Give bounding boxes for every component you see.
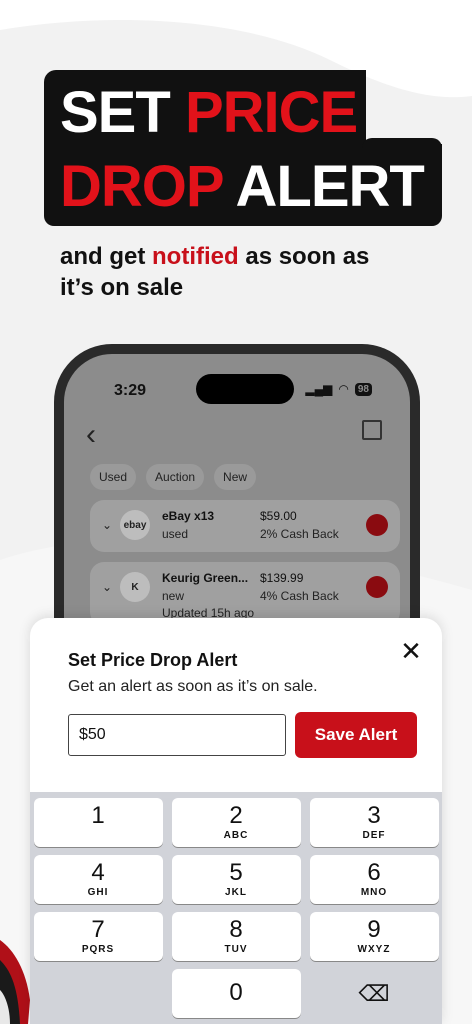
ebay-logo-icon: ebay	[120, 510, 150, 540]
key-9[interactable]: 9 WXYZ	[309, 912, 439, 961]
key-0[interactable]: 0	[171, 969, 301, 1018]
status-icons: ▂▄▆ ◠ 98	[305, 382, 372, 396]
back-icon[interactable]: ‹	[86, 418, 96, 452]
battery-icon: 98	[354, 382, 372, 396]
key-3[interactable]: 3 DEF	[309, 798, 439, 847]
sheet-subtitle: Get an alert as soon as it’s on sale.	[68, 678, 318, 695]
headline-line-2: DROP ALERT	[60, 158, 425, 216]
listing-condition: new	[162, 589, 185, 603]
listing-price: $59.00	[260, 509, 297, 523]
filter-chips: Used Auction New	[90, 464, 257, 490]
chevron-down-icon[interactable]: ⌄	[102, 580, 112, 594]
signal-icon: ▂▄▆	[305, 382, 333, 396]
listing-card[interactable]: ⌄ ebay eBay x13 used $59.00 2% Cash Back	[90, 500, 400, 552]
key-8[interactable]: 8 TUV	[171, 912, 301, 961]
key-1[interactable]: 1	[33, 798, 163, 847]
key-blank	[34, 969, 163, 1018]
sheet-title: Set Price Drop Alert	[68, 650, 238, 670]
headline-price: PRICE	[184, 80, 358, 145]
backspace-icon[interactable]: ⌫	[310, 969, 439, 1018]
headline-drop: DROP	[60, 154, 224, 219]
key-5[interactable]: 5 JKL	[171, 855, 301, 904]
price-alert-sheet: Set Price Drop Alert Get an alert as soo…	[30, 618, 442, 1024]
price-input[interactable]: $50	[68, 714, 286, 756]
chip-new[interactable]: New	[214, 464, 257, 490]
headline-set: SET	[60, 80, 171, 145]
chevron-down-icon[interactable]: ⌄	[102, 518, 112, 532]
key-6[interactable]: 6 MNO	[309, 855, 439, 904]
alert-dot-icon[interactable]	[366, 576, 388, 598]
listing-cashback: 4% Cash Back	[260, 589, 339, 603]
headline-alert: ALERT	[235, 154, 425, 219]
wifi-icon: ◠	[338, 382, 349, 396]
chip-used[interactable]: Used	[90, 464, 137, 490]
listing-price: $139.99	[260, 571, 304, 585]
status-bar: 3:29 ▂▄▆ ◠ 98	[64, 374, 410, 404]
subhead-highlight: notified	[152, 243, 239, 270]
headline-line-1: SET PRICE	[60, 84, 358, 142]
numeric-keypad: 1 2 ABC 3 DEF 4 GHI 5 JKL 6 MNO 7 PQRS 8 TUV 9W…	[30, 792, 442, 1024]
dynamic-island	[196, 374, 294, 404]
key-7[interactable]: 7 PQRS	[33, 912, 163, 961]
listing-card[interactable]: ⌄ K Keurig Green... new Updated 15h ago …	[90, 562, 400, 626]
listing-name: eBay x13	[162, 509, 215, 523]
alert-dot-icon[interactable]	[366, 514, 388, 536]
save-alert-button[interactable]: Save Alert	[295, 712, 417, 758]
subhead-pre: and get	[60, 243, 153, 270]
keurig-logo-icon: K	[120, 572, 150, 602]
chip-auction[interactable]: Auction	[146, 464, 205, 490]
key-2[interactable]: 2 ABC	[171, 798, 301, 847]
listing-condition: used	[162, 527, 189, 541]
status-time: 3:29	[114, 382, 147, 399]
listing-cashback: 2% Cash Back	[260, 527, 339, 541]
subheadline: and get notified as soon as it’s on sale	[60, 241, 390, 303]
listing-name: Keurig Green...	[162, 571, 249, 585]
share-icon[interactable]	[362, 420, 382, 440]
key-4[interactable]: 4 GHI	[33, 855, 163, 904]
close-icon[interactable]: ✕	[398, 638, 424, 664]
sneaker-image	[0, 940, 30, 1024]
